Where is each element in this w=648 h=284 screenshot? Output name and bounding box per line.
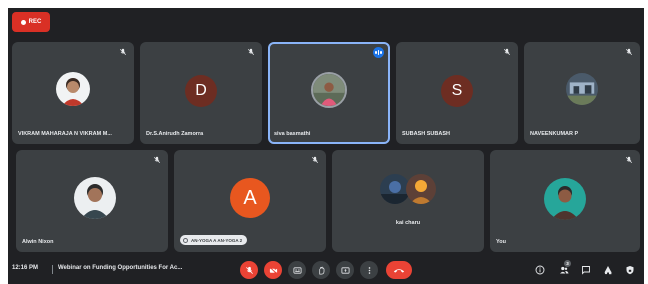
more-options-button[interactable] bbox=[360, 261, 378, 279]
mic-off-icon bbox=[245, 266, 253, 274]
hand-icon bbox=[318, 266, 324, 274]
meeting-window: REC VIKRAM MAHARAJA N VIKRAM M... D Dr.S… bbox=[8, 8, 644, 284]
mic-muted-icon bbox=[625, 48, 633, 56]
avatar: S bbox=[441, 75, 473, 107]
toggle-camera-button[interactable] bbox=[264, 261, 282, 279]
participant-name: SUBASH SUBASH bbox=[402, 131, 450, 137]
participant-tile[interactable]: kai charu bbox=[332, 150, 484, 252]
activities-icon bbox=[604, 265, 611, 274]
pin-icon bbox=[183, 237, 188, 243]
record-dot-icon bbox=[20, 19, 26, 25]
participant-name: Dr.S.Anirudh Zamorra bbox=[146, 131, 204, 137]
participant-tile[interactable]: VIKRAM MAHARAJA N VIKRAM M... bbox=[12, 42, 134, 144]
mic-muted-icon bbox=[119, 48, 127, 56]
activities-button[interactable] bbox=[602, 264, 613, 275]
speaking-indicator-icon bbox=[373, 47, 384, 58]
raise-hand-button[interactable] bbox=[312, 261, 330, 279]
participant-name: siva basmathi bbox=[274, 131, 311, 137]
chip-label: AN-YOGA A AN-YOGA 2 bbox=[191, 237, 243, 243]
chat-icon bbox=[581, 265, 590, 275]
mic-muted-icon bbox=[311, 156, 319, 164]
mic-muted-icon bbox=[153, 156, 161, 164]
hang-up-icon bbox=[393, 268, 405, 273]
mic-muted-icon bbox=[625, 156, 633, 164]
mic-muted-icon bbox=[503, 48, 511, 56]
bottom-control-bar: 12:16 PM Webinar on Funding Opportunitie… bbox=[8, 256, 644, 284]
meeting-time: 12:16 PM bbox=[12, 265, 39, 271]
avatar: D bbox=[185, 75, 217, 107]
toggle-microphone-button[interactable] bbox=[240, 261, 258, 279]
participant-tile[interactable]: A AN-YOGA A AN-YOGA 2 bbox=[174, 150, 326, 252]
captions-button[interactable] bbox=[288, 261, 306, 279]
people-button[interactable]: 3 bbox=[558, 260, 571, 275]
participant-tile[interactable]: S SUBASH SUBASH bbox=[396, 42, 518, 144]
info-icon bbox=[535, 265, 544, 274]
participant-name: Alwin Nixon bbox=[22, 239, 54, 245]
pinned-presenter-chip[interactable]: AN-YOGA A AN-YOGA 2 bbox=[180, 235, 248, 245]
chat-button[interactable] bbox=[580, 264, 591, 275]
avatar bbox=[74, 177, 116, 219]
participant-tile[interactable]: NAVEENKUMAR P bbox=[524, 42, 640, 144]
recording-label: REC bbox=[28, 19, 42, 25]
participant-name: VIKRAM MAHARAJA N VIKRAM M... bbox=[18, 131, 112, 137]
participant-name: You bbox=[496, 239, 506, 245]
host-controls-button[interactable] bbox=[624, 264, 635, 275]
avatar: A bbox=[230, 178, 270, 218]
leave-call-button[interactable] bbox=[386, 261, 412, 279]
avatar bbox=[566, 73, 598, 105]
present-icon bbox=[340, 266, 350, 274]
captions-icon bbox=[292, 266, 302, 274]
participant-tile[interactable]: Alwin Nixon bbox=[16, 150, 168, 252]
camera-off-icon bbox=[269, 266, 277, 274]
more-vertical-icon bbox=[368, 266, 370, 274]
avatar bbox=[311, 72, 347, 108]
participant-name: NAVEENKUMAR P bbox=[530, 131, 579, 137]
avatar bbox=[544, 178, 586, 220]
shield-lock-icon bbox=[626, 265, 633, 274]
divider bbox=[52, 265, 53, 274]
recording-indicator[interactable]: REC bbox=[12, 12, 50, 32]
participants-count-badge: 3 bbox=[564, 260, 571, 267]
avatar bbox=[406, 174, 436, 204]
avatar bbox=[56, 72, 90, 106]
participant-tile[interactable]: D Dr.S.Anirudh Zamorra bbox=[140, 42, 262, 144]
participant-name: kai charu bbox=[395, 220, 421, 226]
present-screen-button[interactable] bbox=[336, 261, 354, 279]
mic-muted-icon bbox=[247, 48, 255, 56]
meeting-title: Webinar on Funding Opportunities For Ac.… bbox=[58, 265, 183, 271]
meeting-details-button[interactable] bbox=[534, 264, 545, 275]
participant-tile[interactable]: You bbox=[490, 150, 640, 252]
participant-tile[interactable]: siva basmathi bbox=[268, 42, 390, 144]
